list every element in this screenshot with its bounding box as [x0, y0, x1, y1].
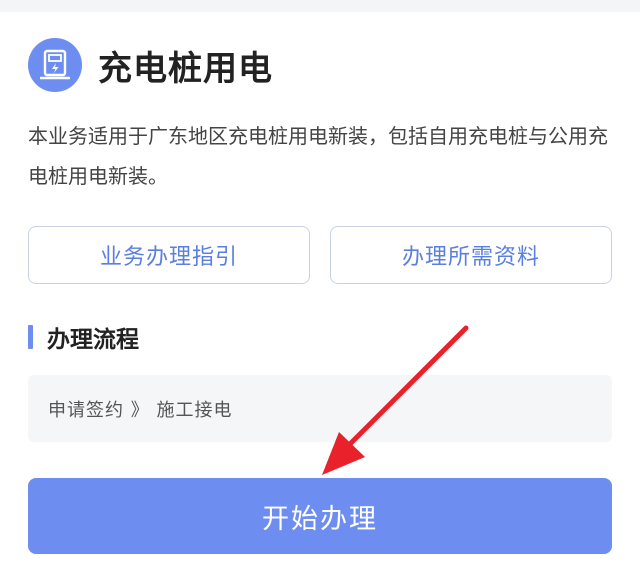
- required-documents-button[interactable]: 办理所需资料: [330, 226, 612, 284]
- page-header: 充电桩用电: [28, 38, 273, 92]
- process-section-title: 办理流程: [47, 327, 139, 353]
- page: 充电桩用电 本业务适用于广东地区充电桩用电新装，包括自用充电桩与公用充电桩用电新…: [0, 0, 640, 581]
- process-steps-box: 申请签约 》 施工接电: [28, 375, 612, 442]
- service-description: 本业务适用于广东地区充电桩用电新装，包括自用充电桩与公用充电桩用电新装。: [28, 124, 608, 188]
- page-title: 充电桩用电: [98, 48, 273, 89]
- business-guide-button[interactable]: 业务办理指引: [28, 226, 310, 284]
- section-accent-bar: [28, 325, 33, 349]
- top-strip: [0, 0, 640, 12]
- start-application-button[interactable]: 开始办理: [28, 478, 612, 554]
- process-section-header: 办理流程: [28, 322, 139, 353]
- process-steps-text: 申请签约 》 施工接电: [48, 399, 233, 421]
- charging-pile-icon: [28, 38, 82, 92]
